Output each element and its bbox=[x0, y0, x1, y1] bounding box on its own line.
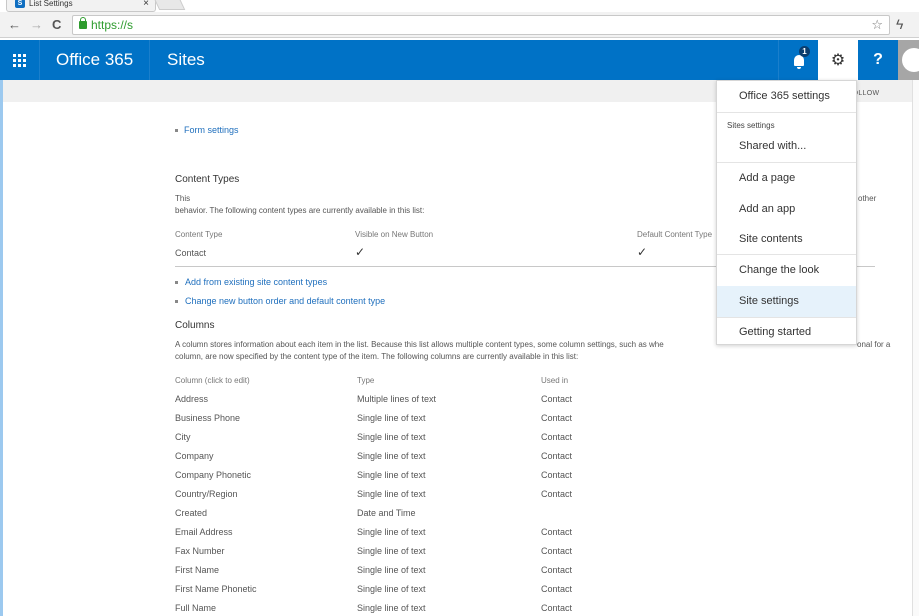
menu-item-add-page[interactable]: Add a page bbox=[717, 163, 856, 194]
column-type: Single line of text bbox=[357, 603, 426, 613]
content-types-description-line1: This bbox=[175, 194, 191, 203]
column-used-in: Contact bbox=[541, 527, 573, 537]
column-used-in: Contact bbox=[541, 489, 573, 499]
bullet-icon bbox=[175, 129, 178, 132]
column-type: Single line of text bbox=[357, 546, 426, 556]
column-name-link[interactable]: Email Address bbox=[175, 527, 233, 537]
column-type: Single line of text bbox=[357, 527, 426, 537]
column-name-link[interactable]: Company Phonetic bbox=[175, 470, 251, 480]
content-types-description-overflow: other bbox=[858, 194, 877, 203]
content-types-description-line2: behavior. The following content types ar… bbox=[175, 206, 425, 215]
app-launcher-button[interactable] bbox=[0, 40, 40, 80]
tab-close-icon[interactable]: × bbox=[143, 0, 149, 9]
help-button[interactable]: ? bbox=[858, 40, 898, 80]
notifications-button[interactable]: 1 bbox=[778, 40, 818, 80]
column-used-in: Contact bbox=[541, 413, 573, 423]
tab-title: List Settings bbox=[29, 0, 73, 8]
settings-menu: Office 365 settings Sites settings Share… bbox=[716, 80, 857, 345]
column-name-link[interactable]: Company bbox=[175, 451, 214, 461]
columns-heading: Columns bbox=[175, 320, 215, 331]
notification-badge: 1 bbox=[799, 46, 810, 57]
column-type: Single line of text bbox=[357, 432, 426, 442]
person-icon bbox=[902, 48, 919, 72]
ct-header-visible: Visible on New Button bbox=[355, 230, 434, 239]
menu-divider bbox=[717, 112, 856, 113]
menu-item-office365-settings[interactable]: Office 365 settings bbox=[717, 81, 856, 112]
ct-header-content-type: Content Type bbox=[175, 230, 223, 239]
menu-item-site-contents[interactable]: Site contents bbox=[717, 224, 856, 255]
column-name-link[interactable]: City bbox=[175, 432, 191, 442]
menu-item-site-settings[interactable]: Site settings bbox=[717, 286, 856, 317]
column-type: Single line of text bbox=[357, 565, 426, 575]
extension-icon[interactable]: ϟ bbox=[896, 16, 903, 32]
column-name-link[interactable]: Business Phone bbox=[175, 413, 240, 423]
bullet-icon bbox=[175, 300, 178, 303]
column-used-in: Contact bbox=[541, 394, 573, 404]
column-type: Single line of text bbox=[357, 451, 426, 461]
back-icon[interactable]: ← bbox=[8, 18, 21, 32]
column-used-in: Contact bbox=[541, 565, 573, 575]
bookmark-star-icon[interactable]: ☆ bbox=[871, 17, 883, 33]
menu-item-change-look[interactable]: Change the look bbox=[717, 255, 856, 286]
column-name-link[interactable]: Fax Number bbox=[175, 546, 225, 556]
column-name-link[interactable]: First Name Phonetic bbox=[175, 584, 257, 594]
column-used-in: Contact bbox=[541, 451, 573, 461]
column-used-in: Contact bbox=[541, 546, 573, 556]
new-tab-button[interactable] bbox=[152, 0, 186, 10]
column-name-link[interactable]: Address bbox=[175, 394, 208, 404]
column-name-link[interactable]: First Name bbox=[175, 565, 219, 575]
page-left-border bbox=[0, 80, 3, 616]
address-bar[interactable]: https://s ☆ bbox=[72, 15, 890, 35]
waffle-icon bbox=[13, 53, 26, 67]
menu-group-sites-settings: Sites settings bbox=[727, 121, 775, 130]
office365-suite-bar: Office 365 Sites 1 ⚙ ? bbox=[0, 40, 919, 80]
column-used-in: Contact bbox=[541, 432, 573, 442]
browser-tab[interactable]: S List Settings × bbox=[6, 0, 156, 12]
app-title-sites[interactable]: Sites bbox=[167, 40, 205, 80]
column-type: Date and Time bbox=[357, 508, 416, 518]
columns-description-overflow: onal for a bbox=[857, 340, 891, 349]
column-used-in: Contact bbox=[541, 603, 573, 613]
column-used-in: Contact bbox=[541, 470, 573, 480]
gear-icon: ⚙ bbox=[830, 52, 846, 69]
menu-item-add-app[interactable]: Add an app bbox=[717, 194, 856, 225]
columns-description-line1: A column stores information about each i… bbox=[175, 340, 664, 349]
column-type: Single line of text bbox=[357, 584, 426, 594]
page-scrollbar[interactable] bbox=[912, 80, 919, 616]
menu-item-shared-with[interactable]: Shared with... bbox=[717, 131, 856, 162]
column-type: Single line of text bbox=[357, 470, 426, 480]
column-type: Single line of text bbox=[357, 413, 426, 423]
url-text[interactable]: https://s bbox=[91, 18, 133, 32]
add-existing-content-types-link[interactable]: Add from existing site content types bbox=[185, 277, 327, 287]
col-header-type: Type bbox=[357, 376, 375, 385]
browser-tabstrip: S List Settings × bbox=[0, 0, 919, 12]
lock-icon bbox=[79, 17, 87, 29]
column-type: Single line of text bbox=[357, 489, 426, 499]
col-header-used-in: Used in bbox=[541, 376, 569, 385]
sharepoint-favicon-icon: S bbox=[15, 0, 25, 8]
help-icon: ? bbox=[873, 51, 883, 68]
columns-description-line2: column, are now specified by the content… bbox=[175, 352, 579, 361]
col-header-column: Column (click to edit) bbox=[175, 376, 250, 385]
column-name-link[interactable]: Country/Region bbox=[175, 489, 238, 499]
ct-row-name: Contact bbox=[175, 248, 207, 258]
office365-brand-link[interactable]: Office 365 bbox=[40, 40, 151, 80]
ct-header-default: Default Content Type bbox=[637, 230, 713, 239]
checkmark-icon: ✓ bbox=[637, 245, 648, 259]
column-name-link[interactable]: Created bbox=[175, 508, 207, 518]
forward-icon[interactable]: → bbox=[30, 18, 43, 32]
change-button-order-link[interactable]: Change new button order and default cont… bbox=[185, 296, 385, 306]
browser-toolbar: ← → C https://s ☆ bbox=[0, 12, 919, 38]
column-name-link[interactable]: Full Name bbox=[175, 603, 216, 613]
user-avatar[interactable] bbox=[898, 40, 919, 80]
content-types-heading: Content Types bbox=[175, 174, 240, 185]
form-settings-link[interactable]: Form settings bbox=[184, 125, 239, 135]
column-used-in: Contact bbox=[541, 584, 573, 594]
column-type: Multiple lines of text bbox=[357, 394, 437, 404]
reload-icon[interactable]: C bbox=[52, 18, 61, 32]
menu-item-getting-started[interactable]: Getting started bbox=[717, 317, 856, 348]
settings-button[interactable]: ⚙ bbox=[818, 40, 858, 80]
bullet-icon bbox=[175, 281, 178, 284]
checkmark-icon: ✓ bbox=[355, 245, 366, 259]
